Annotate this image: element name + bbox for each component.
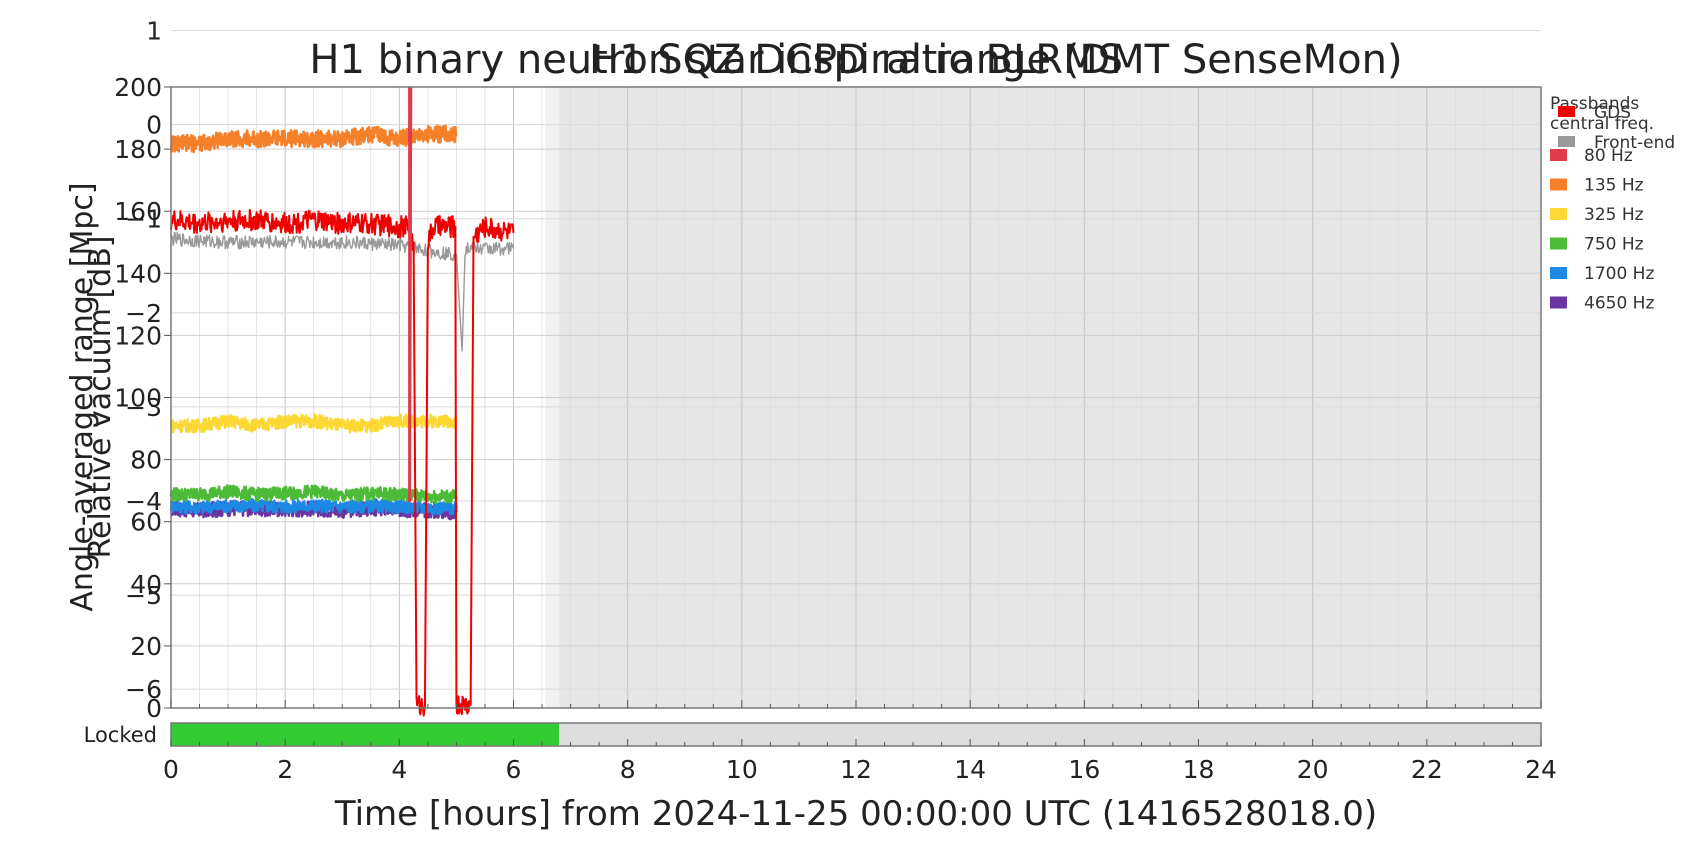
legend-swatch	[1550, 178, 1567, 191]
state-bar: Locked	[84, 722, 1542, 747]
x-tick-label: 22	[1411, 755, 1443, 784]
legend-label: 4650 Hz	[1584, 294, 1654, 314]
legend-swatch	[1558, 106, 1575, 117]
y-axis-label-db: Relative vacuum [dB]	[83, 236, 118, 559]
legend: Passbands central freq.GDSFront-end80 Hz1…	[1550, 94, 1675, 314]
y-db-tick-label: −4	[125, 487, 162, 516]
state-bar-segment	[559, 723, 1541, 746]
legend-label: 135 Hz	[1584, 176, 1644, 196]
y-db-tick-label: −5	[125, 581, 162, 610]
x-tick-label: 16	[1068, 755, 1100, 784]
chart-title-blrms: H1 SQZ DCPD ratio BLRMS	[589, 37, 1123, 83]
legend-label: 750 Hz	[1584, 235, 1644, 255]
state-bar-segment	[171, 723, 560, 746]
legend-label: 1700 Hz	[1584, 264, 1654, 284]
legend-label: 325 Hz	[1584, 205, 1644, 225]
x-tick-label: 0	[163, 755, 179, 784]
x-tick-label: 8	[620, 755, 636, 784]
x-tick-label: 12	[840, 755, 872, 784]
y-db-tick-label: −1	[125, 205, 162, 234]
x-tick-label: 4	[391, 755, 407, 784]
legend-swatch	[1558, 136, 1575, 147]
x-tick-label: 10	[726, 755, 758, 784]
legend-swatch	[1550, 237, 1567, 250]
y-range-tick-label: 20	[130, 632, 162, 661]
state-bar-label: Locked	[84, 723, 157, 747]
chart: 020406080100120140160180200−6−5−4−3−2−10…	[65, 17, 1675, 834]
y-range-tick-label: 140	[114, 259, 162, 288]
legend-swatch	[1550, 208, 1567, 220]
legend-swatch	[1550, 267, 1567, 279]
x-tick-label: 14	[954, 755, 986, 784]
y-db-tick-label: −3	[125, 393, 162, 422]
x-tick-label: 24	[1525, 755, 1557, 784]
x-tick-label: 2	[277, 755, 293, 784]
x-tick-label: 18	[1183, 755, 1215, 784]
y-range-tick-label: 200	[114, 73, 162, 102]
y-db-tick-label: 1	[146, 17, 162, 46]
series-80-hz	[408, 86, 413, 503]
legend-swatch	[1550, 296, 1567, 309]
legend-label: GDS	[1594, 103, 1631, 123]
y-db-ticks: −6 −5 −4 −3 −2 −1 0 1	[125, 17, 162, 705]
legend-label: 80 Hz	[1584, 146, 1633, 166]
x-axis-label: Time [hours] from 2024-11-25 00:00:00 UT…	[334, 794, 1377, 834]
legend-swatch	[1550, 149, 1567, 161]
y-db-tick-label: −6	[125, 675, 162, 704]
x-tick-labels: 0 2 4 6 8 10 12 14 16 18 20 22 24	[163, 755, 1557, 784]
y-range-tick-label: 80	[130, 446, 162, 475]
x-tick-label: 6	[506, 755, 522, 784]
x-tick-label: 20	[1297, 755, 1329, 784]
y-db-tick-label: 0	[146, 111, 162, 140]
y-db-tick-label: −2	[125, 299, 162, 328]
